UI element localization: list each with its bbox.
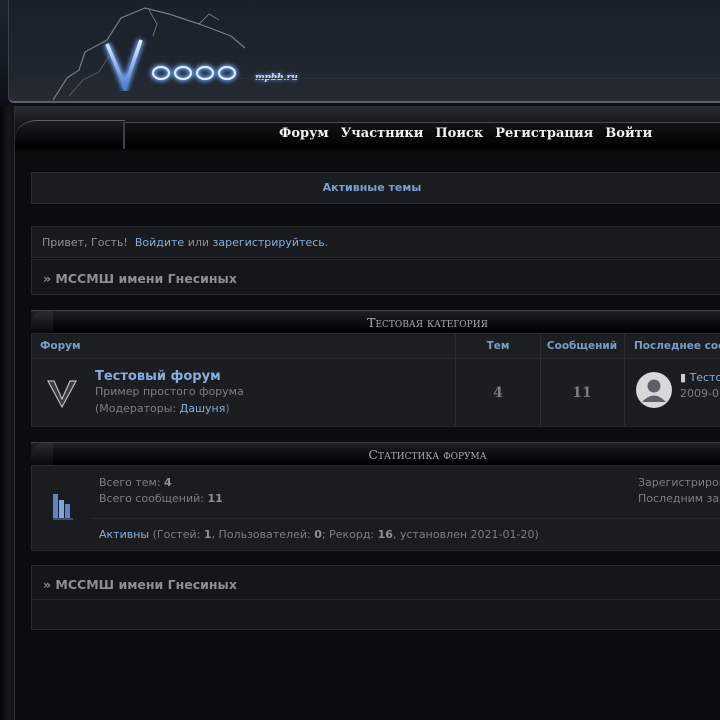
breadcrumb-link-bottom[interactable]: » МССМШ имени Гнесиных xyxy=(43,577,237,592)
column-divider xyxy=(455,334,456,426)
bar-chart-icon xyxy=(53,494,73,520)
greeting-prefix: Привет, Гость! xyxy=(42,236,128,249)
users-label: , Пользователей: xyxy=(211,528,315,541)
posts-count: 11 xyxy=(572,385,592,401)
user-icon xyxy=(642,379,666,402)
greeting-panel: Привет, Гость! Войдите или зарегистрируй… xyxy=(31,226,720,258)
users-value: 0 xyxy=(314,528,322,541)
last-post-date: 2009-0 xyxy=(680,387,719,400)
nav-links: Форум Участники Поиск Регистрация Войти xyxy=(279,126,652,141)
stats-title: Статистика форума xyxy=(368,447,487,462)
stats-last-registered: Последним за xyxy=(638,492,720,505)
column-divider xyxy=(624,334,625,426)
moderators-suffix: ) xyxy=(225,402,230,415)
logo-subtitle: mpbb.ru xyxy=(255,73,298,83)
active-topics-link[interactable]: Активные темы xyxy=(32,181,712,194)
login-link[interactable]: Войдите xyxy=(135,236,184,249)
column-divider xyxy=(540,334,541,426)
stats-panel: Всего тем: 4 Всего сообщений: 11 Зарегис… xyxy=(31,465,720,551)
total-posts-value: 11 xyxy=(207,492,223,505)
total-posts-label: Всего сообщений: xyxy=(99,492,208,505)
guests-value: 1 xyxy=(203,528,212,541)
online-users-link[interactable]: Активны xyxy=(99,528,149,541)
register-link[interactable]: зарегистрируйтесь xyxy=(213,236,325,249)
greeting-or: или xyxy=(187,236,210,249)
moderator-link[interactable]: Дашуня xyxy=(180,402,226,415)
record-label: ; Рекорд: xyxy=(321,528,378,541)
topics-count: 4 xyxy=(493,385,503,401)
avatar[interactable] xyxy=(636,372,672,408)
navbar: Форум Участники Поиск Регистрация Войти xyxy=(15,106,720,150)
record-suffix: , установлен 2021-01-20) xyxy=(392,528,539,541)
forum-table: Форум Тем Сообщений Последнее соо Тестов… xyxy=(31,333,720,427)
navbar-cap xyxy=(15,120,125,149)
voodoo-logo[interactable] xyxy=(49,0,309,100)
stats-total-posts: Всего сообщений: 11 xyxy=(99,492,223,505)
category-header: Тестовая категория xyxy=(31,310,720,333)
nav-search-link[interactable]: Поиск xyxy=(435,126,483,141)
greeting-period: . xyxy=(324,236,329,249)
side-frame xyxy=(0,106,15,720)
breadcrumb-bottom: » МССМШ имени Гнесиных xyxy=(31,565,720,630)
stats-header: Статистика форума xyxy=(31,442,720,465)
forum-description: Пример простого форума xyxy=(95,385,244,398)
record-value: 16 xyxy=(377,528,393,541)
breadcrumb-divider xyxy=(32,599,720,600)
last-post-title: Тесто xyxy=(689,371,720,384)
forum-moderators: (Модераторы: Дашуня) xyxy=(95,402,230,415)
stats-online: Активны (Гостей: 1, Пользователей: 0; Ре… xyxy=(99,528,539,541)
forum-v-icon xyxy=(46,380,78,409)
column-header-last-post: Последнее соо xyxy=(625,334,720,359)
greeting-text: Привет, Гость! Войдите или зарегистрируй… xyxy=(42,236,328,249)
total-topics-label: Всего тем: xyxy=(99,476,165,489)
forum-name-link[interactable]: Тестовый форум xyxy=(95,369,221,384)
breadcrumb-top: » МССМШ имени Гнесиных xyxy=(31,259,720,295)
stats-divider xyxy=(92,518,720,519)
last-post-icon: ▮ xyxy=(680,371,687,384)
guests-label: (Гостей: xyxy=(149,528,204,541)
total-topics-value: 4 xyxy=(164,476,172,489)
active-topics-panel: Активные темы xyxy=(31,172,720,204)
header-banner: mpbb.ru xyxy=(0,0,720,106)
stats-registered: Зарегистриров xyxy=(638,476,720,489)
nav-register-link[interactable]: Регистрация xyxy=(495,126,593,141)
nav-members-link[interactable]: Участники xyxy=(341,126,424,141)
last-post-link[interactable]: ▮ Тесто xyxy=(680,371,720,384)
stats-total-topics: Всего тем: 4 xyxy=(99,476,172,489)
column-header-forum: Форум xyxy=(32,334,464,359)
nav-forum-link[interactable]: Форум xyxy=(279,126,329,141)
column-header-posts: Сообщений xyxy=(540,334,624,359)
moderators-prefix: (Модераторы: xyxy=(95,402,180,415)
category-title: Тестовая категория xyxy=(367,315,488,330)
column-header-topics: Тем xyxy=(456,334,540,359)
nav-login-link[interactable]: Войти xyxy=(605,126,652,141)
header-panel: mpbb.ru xyxy=(8,0,720,103)
breadcrumb-link-top[interactable]: » МССМШ имени Гнесиных xyxy=(43,271,237,286)
